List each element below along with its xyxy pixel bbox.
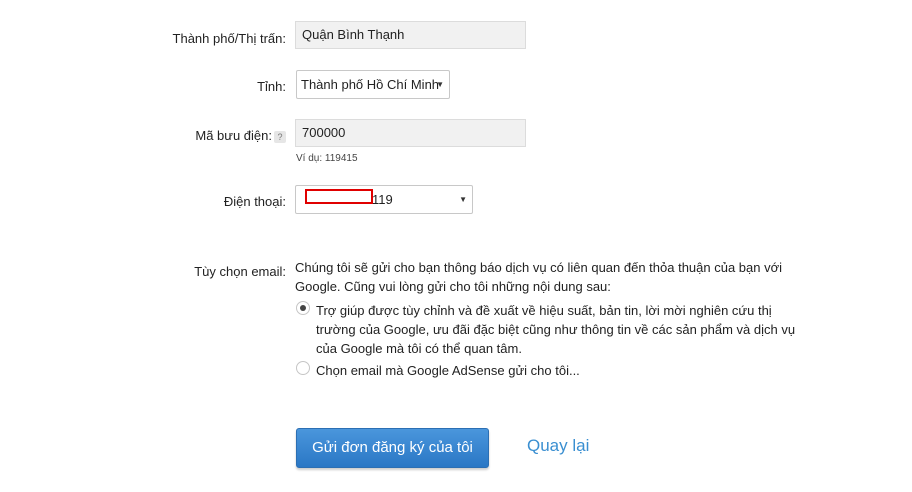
email-intro-line-2: Google. Cũng vui lòng gửi cho tôi những … (295, 279, 611, 294)
back-link[interactable]: Quay lại (527, 436, 589, 456)
help-icon[interactable]: ? (274, 130, 286, 143)
email-option-1-line-1[interactable]: Trợ giúp được tùy chỉnh và đề xuất về hi… (316, 301, 772, 320)
dropdown-arrow-icon: ▼ (436, 80, 444, 89)
postal-code-hint: Ví dụ: 119415 (296, 153, 358, 164)
province-selected-value: Thành phố Hồ Chí Minh (301, 77, 440, 92)
dropdown-arrow-icon: ▼ (459, 195, 467, 204)
phone-label: Điện thoại: (223, 194, 286, 209)
postal-code-label: Mã bưu điện:? (195, 128, 286, 143)
phone-value-suffix: 119 (372, 192, 393, 207)
email-option-1-line-3[interactable]: của Google mà tôi có thể quan tâm. (316, 339, 522, 358)
email-option-2-label[interactable]: Chọn email mà Google AdSense gửi cho tôi… (316, 361, 580, 380)
email-intro-line-1: Chúng tôi sẽ gửi cho bạn thông báo dịch … (295, 260, 783, 275)
submit-application-button[interactable]: Gửi đơn đăng ký của tôi (296, 428, 489, 468)
city-input[interactable]: Quận Bình Thạnh (295, 21, 526, 49)
email-options-label: Tùy chọn email: (194, 264, 286, 279)
province-select[interactable]: Thành phố Hồ Chí Minh ▼ (296, 70, 450, 99)
email-option-2-radio[interactable] (296, 361, 310, 375)
province-label: Tỉnh: (257, 79, 286, 94)
city-label: Thành phố/Thị trấn: (172, 31, 286, 46)
postal-code-label-text: Mã bưu điện: (195, 128, 272, 143)
postal-code-input[interactable]: 700000 (295, 119, 526, 147)
adsense-application-form: Thành phố/Thị trấn: Quận Bình Thạnh Tỉnh… (0, 0, 912, 492)
email-option-1-line-2[interactable]: trường của Google, ưu đãi đặc biệt cũng … (316, 320, 795, 339)
redaction-box (305, 189, 373, 204)
email-option-1-radio[interactable] (296, 301, 310, 315)
